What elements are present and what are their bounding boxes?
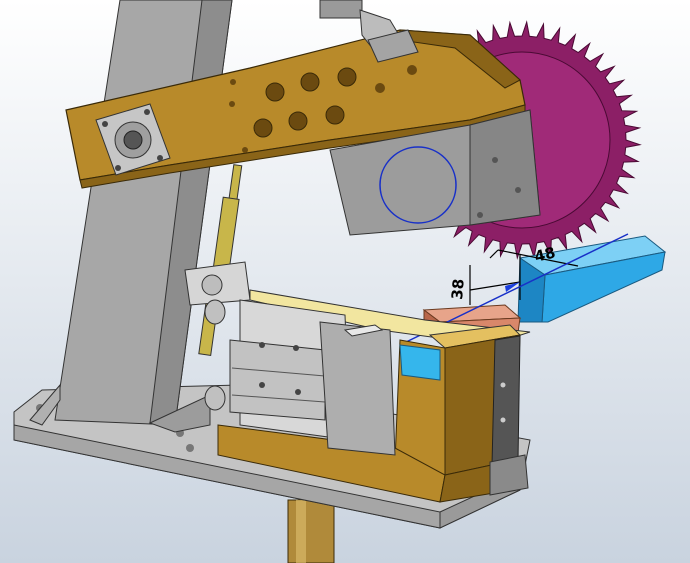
cad-viewport[interactable]: 38 48 <box>0 0 690 563</box>
bottom-shaft <box>287 499 335 563</box>
assembly-model[interactable]: 38 48 <box>0 0 690 563</box>
dimension-label-a: 38 <box>448 278 468 300</box>
rod-clamp <box>184 261 251 306</box>
